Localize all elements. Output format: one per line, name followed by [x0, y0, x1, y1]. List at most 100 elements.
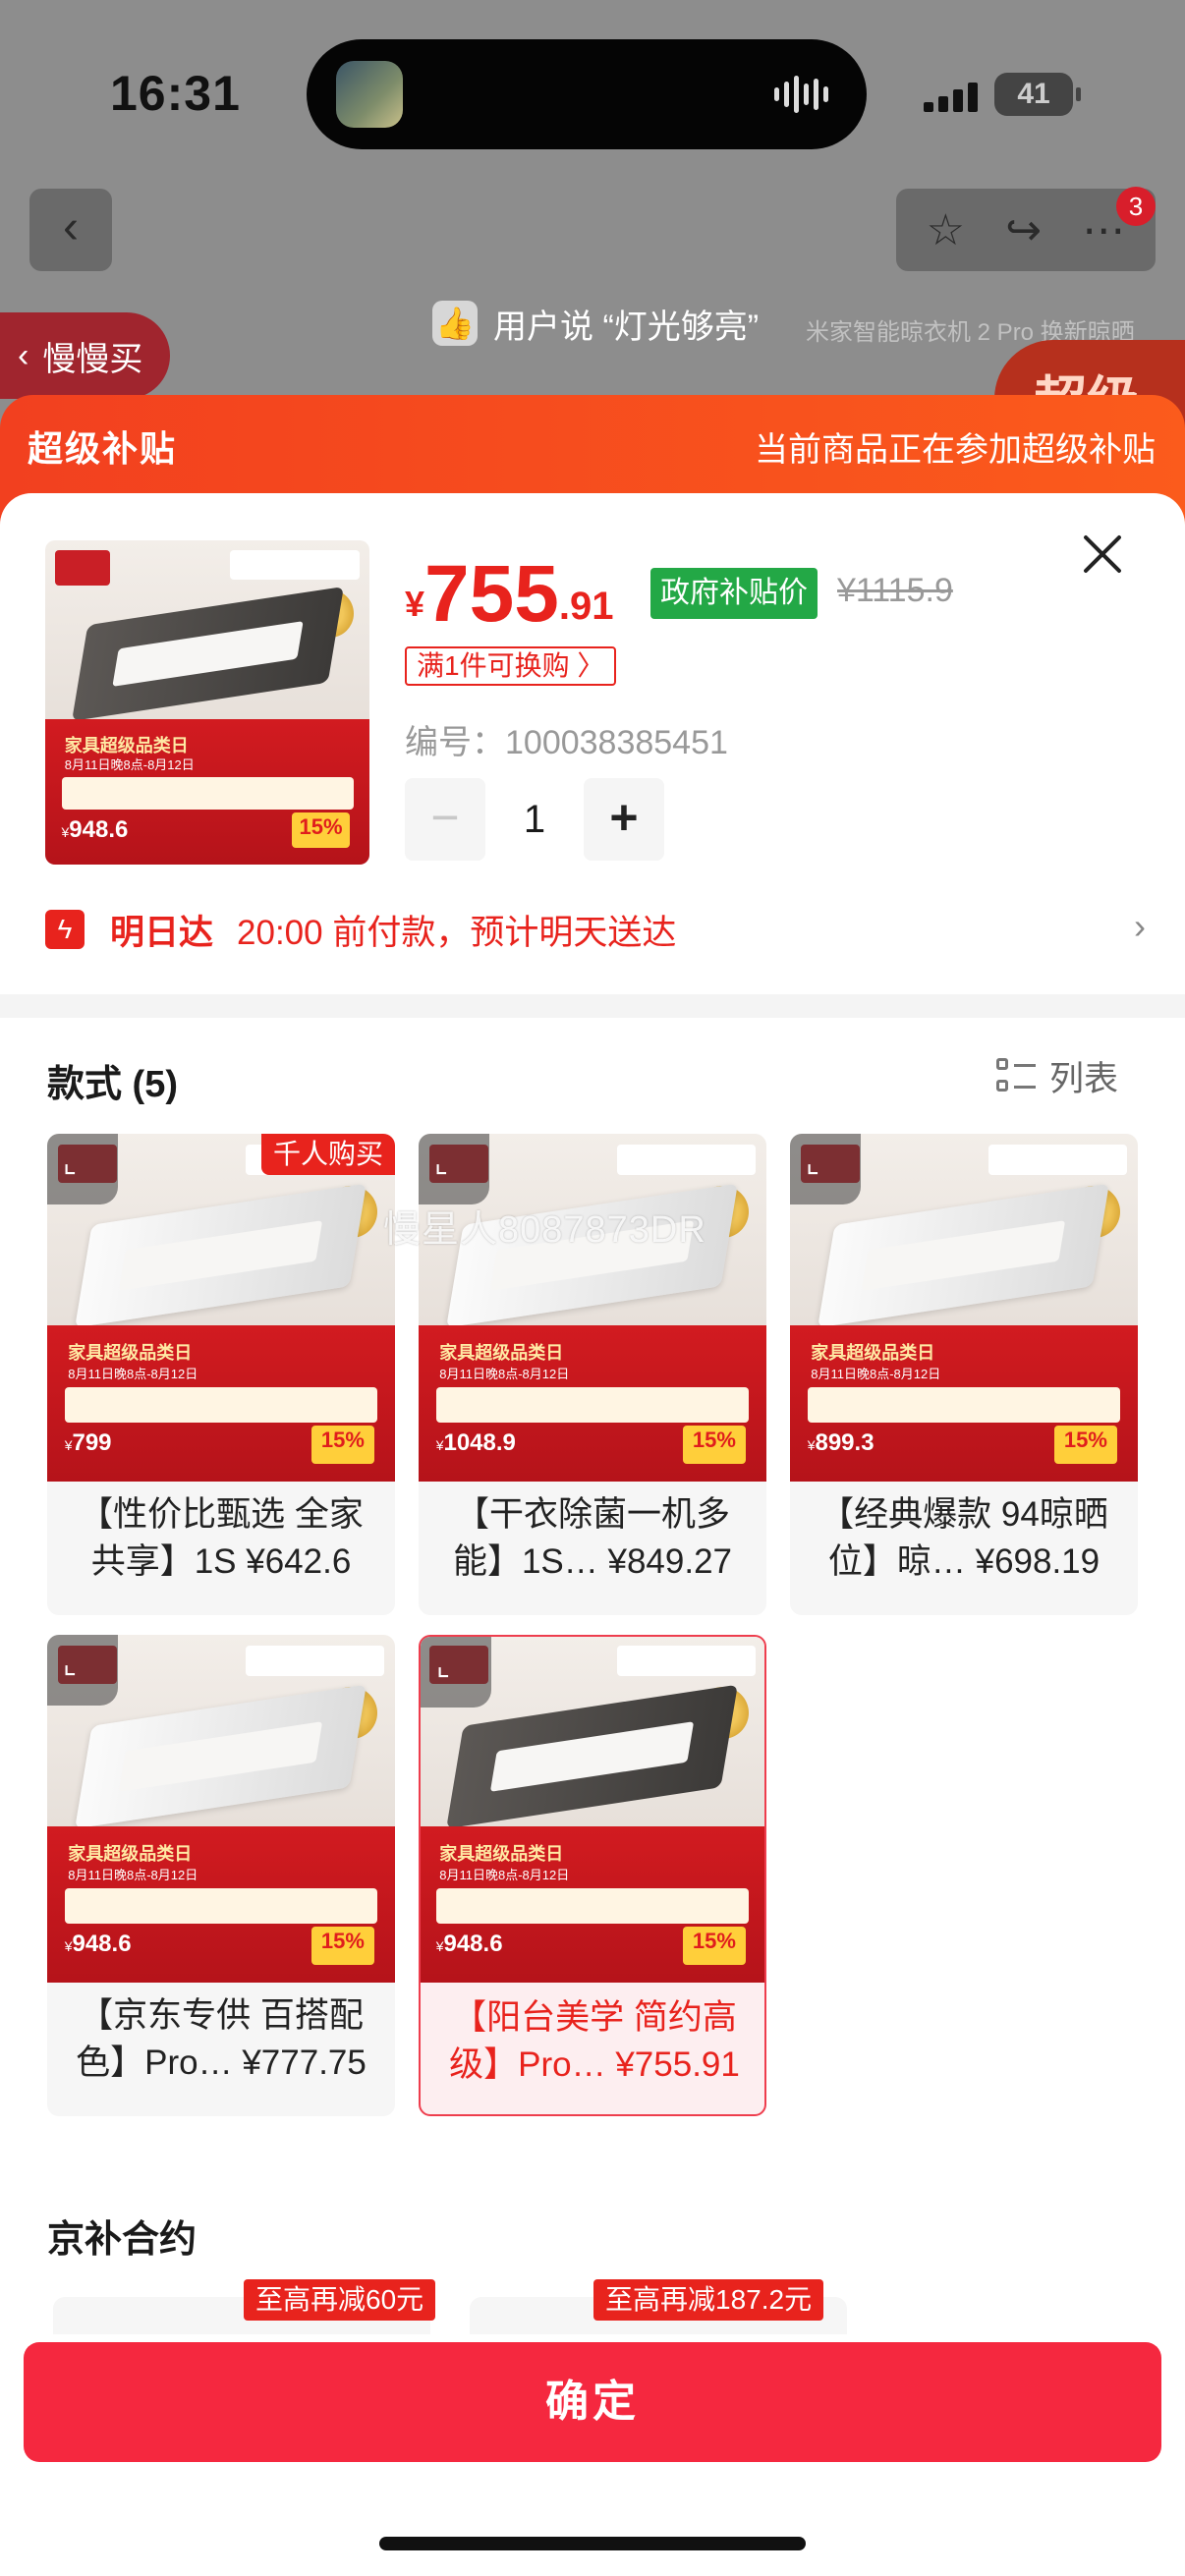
list-view-label: 列表: [1049, 1060, 1119, 1098]
gov-subsidy-tag: 政府补贴价: [650, 568, 818, 619]
promo-date: 8月11日晚8点-8月12日: [68, 1867, 198, 1882]
promo-features: [435, 1888, 750, 1924]
certification-badges: [230, 549, 361, 580]
promo-date: 8月11日晚8点-8月12日: [439, 1867, 570, 1882]
zoom-image-icon[interactable]: ⌞: [790, 1134, 861, 1204]
promo-discount: 15%: [311, 1927, 374, 1966]
chevron-right-icon: ›: [1134, 906, 1146, 946]
product-code-label: 编号：: [405, 724, 505, 761]
chevron-left-icon: ‹: [63, 201, 79, 253]
jingbu-discount-tag: 至高再减60元: [244, 2279, 436, 2321]
promo-discount: 15%: [683, 1927, 746, 1966]
certification-badges: [988, 1144, 1128, 1176]
jingbu-section-title: 京补合约: [47, 2219, 198, 2261]
promo-price: ¥948.6: [61, 815, 129, 843]
quantity-stepper: − 1 +: [405, 778, 664, 861]
sku-selector-sheet: 家具超级品类日 8月11日晚8点-8月12日 ¥948.6 15% ¥ 755 …: [0, 493, 1185, 2576]
style-option-name: 【经典爆款 94晾晒位】晾… ¥698.19: [819, 1495, 1108, 1581]
product-main-image[interactable]: 家具超级品类日 8月11日晚8点-8月12日 ¥948.6 15%: [45, 540, 369, 865]
style-section-title: 款式 (5): [47, 1064, 179, 1105]
product-code-value: 100038385451: [505, 724, 728, 761]
promo-discount: 15%: [311, 1426, 374, 1465]
slow-buy-label: 慢慢买: [42, 340, 143, 378]
zoom-image-icon[interactable]: ⌞: [47, 1635, 118, 1706]
cellular-signal-icon: [924, 79, 979, 112]
subsidy-description: 当前商品正在参加超级补贴: [755, 431, 1156, 469]
back-button[interactable]: ‹: [29, 189, 112, 271]
current-price: ¥ 755 .91: [405, 546, 613, 635]
product-code: 编号：100038385451: [405, 715, 728, 763]
promo-price: ¥1048.9: [435, 1428, 516, 1456]
style-option-name: 【性价比甄选 全家共享】1S ¥642.6: [79, 1495, 364, 1581]
promo-date: 8月11日晚8点-8月12日: [68, 1366, 198, 1381]
product-drawing: [71, 586, 344, 722]
watermark: 慢星人8087873DR: [383, 1209, 706, 1251]
product-drawing: [75, 1183, 367, 1328]
dynamic-island: [307, 39, 867, 149]
promo-title: 家具超级品类日: [811, 1342, 935, 1363]
now-playing-artwork: [336, 61, 403, 128]
promo-price: ¥799: [64, 1428, 112, 1456]
delivery-label: 明日达: [110, 913, 214, 952]
style-option-name: 【阳台美学 简约高级】Pro… ¥755.91: [449, 1998, 740, 2084]
thumbs-up-icon: 👍: [432, 301, 478, 346]
certification-badges: [616, 1144, 757, 1176]
zoom-image-icon[interactable]: ⌞: [419, 1134, 489, 1204]
promo-date: 8月11日晚8点-8月12日: [439, 1366, 570, 1381]
chevron-left-icon: ‹: [18, 336, 29, 374]
exchange-offer-link[interactable]: 满1件可换购 〉: [405, 646, 617, 686]
style-option-card[interactable]: 家具超级品类日 8月11日晚8点-8月12日 ¥948.6 15% ⌞ 【京东专供 百搭配…: [47, 1635, 395, 2116]
style-option-card[interactable]: 家具超级品类日 8月11日晚8点-8月12日 ¥799 15% ⌞ 千人购买【性价比甄选 …: [47, 1134, 395, 1615]
popular-tag: 千人购买: [260, 1134, 395, 1175]
brand-logo: [54, 549, 110, 587]
slow-buy-button[interactable]: ‹ 慢慢买: [0, 312, 171, 399]
certification-badges: [616, 1645, 757, 1677]
promo-title: 家具超级品类日: [439, 1843, 564, 1864]
user-review-text: 用户说 “灯光够亮”: [493, 308, 760, 346]
price-integer: 755: [424, 549, 559, 639]
zoom-image-icon[interactable]: ⌞: [421, 1637, 491, 1708]
subsidy-title: 超级补贴: [28, 428, 178, 469]
decrease-quantity-button[interactable]: −: [405, 778, 485, 861]
quantity-value[interactable]: 1: [485, 798, 584, 842]
list-icon: [996, 1056, 1036, 1097]
promo-date: 8月11日晚8点-8月12日: [64, 756, 195, 772]
increase-quantity-button[interactable]: +: [584, 778, 664, 861]
price-symbol: ¥: [405, 584, 425, 624]
list-view-toggle[interactable]: 列表: [996, 1051, 1118, 1101]
close-icon[interactable]: [1077, 529, 1128, 580]
promo-title: 家具超级品类日: [439, 1342, 564, 1363]
audio-waveform-icon: [774, 75, 833, 114]
promo-title: 家具超级品类日: [68, 1843, 193, 1864]
promo-features: [64, 1387, 378, 1423]
promo-price: ¥899.3: [807, 1428, 875, 1456]
style-option-name: 【京东专供 百搭配色】Pro… ¥777.75: [76, 1996, 367, 2082]
promo-features: [807, 1387, 1121, 1423]
confirm-bar: 确定: [0, 2334, 1185, 2576]
promo-title: 家具超级品类日: [68, 1342, 193, 1363]
jingbu-discount-tag: 至高再减187.2元: [593, 2279, 824, 2321]
status-time: 16:31: [110, 66, 241, 121]
promo-discount: 15%: [291, 812, 351, 849]
status-bar: 16:31 41: [0, 0, 1185, 167]
product-image-art: 家具超级品类日 8月11日晚8点-8月12日 ¥948.6 15%: [45, 540, 369, 865]
battery-icon: 41: [994, 73, 1081, 116]
promo-price: ¥948.6: [435, 1930, 503, 1957]
section-divider: [0, 994, 1185, 1018]
style-option-name: 【干衣除菌一机多能】1S… ¥849.27: [452, 1495, 733, 1581]
style-option-card[interactable]: 家具超级品类日 8月11日晚8点-8月12日 ¥899.3 15% ⌞ 【经典爆款 94晾…: [790, 1134, 1138, 1615]
user-review-tip: 👍 用户说 “灯光够亮”: [432, 289, 759, 358]
certification-badges: [245, 1645, 385, 1677]
star-icon[interactable]: ☆: [927, 205, 965, 255]
product-drawing: [75, 1684, 367, 1829]
promo-features: [435, 1387, 750, 1423]
style-option-card[interactable]: 家具超级品类日 8月11日晚8点-8月12日 ¥948.6 15% ⌞ 【阳台美学 简约高…: [419, 1635, 766, 2116]
share-icon[interactable]: ↪: [1005, 205, 1042, 255]
product-drawing: [446, 1684, 739, 1829]
price-decimal: .91: [558, 585, 614, 628]
confirm-button[interactable]: 确定: [24, 2342, 1161, 2462]
promo-discount: 15%: [1054, 1426, 1117, 1465]
original-price: ¥1115.9: [837, 572, 953, 609]
delivery-info[interactable]: ϟ 明日达 20:00 前付款，预计明天送达 ›: [45, 900, 1146, 959]
zoom-image-icon[interactable]: ⌞: [47, 1134, 118, 1204]
